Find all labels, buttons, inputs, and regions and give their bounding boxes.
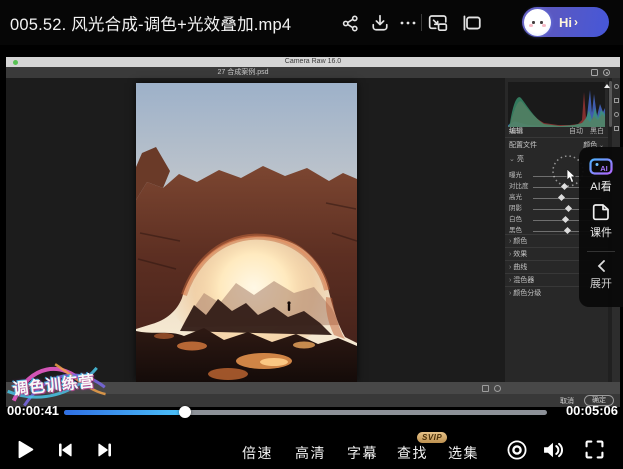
ai-icon-text: AI (600, 164, 608, 173)
expand-label: 展开 (590, 275, 612, 291)
courseware-button[interactable]: 课件 (590, 203, 612, 240)
progress-row: 00:00:41 00:05:06 (0, 400, 623, 426)
svip-badge: SVIP (417, 432, 447, 443)
photo-preview (136, 83, 357, 382)
acr-doc-title: 27 合成案例.psd (6, 67, 480, 78)
acr-status-icon (494, 385, 501, 392)
skip-back-icon (57, 442, 73, 458)
play-button[interactable] (16, 439, 35, 465)
acr-section-label: 曲线 (513, 264, 527, 271)
more-button[interactable] (398, 13, 418, 33)
acr-profile-label: 配置文件 (509, 140, 537, 152)
acr-light-label: 亮 (517, 156, 524, 163)
acr-status-icon (482, 385, 489, 392)
search-button[interactable]: 查找 (397, 443, 428, 463)
acr-toolbar: 27 合成案例.psd (6, 67, 620, 78)
acr-slider-label: 阴影 (509, 203, 522, 214)
courseware-label: 课件 (590, 224, 612, 240)
record-icon (506, 439, 528, 461)
acr-slider-thumb (562, 216, 569, 223)
acr-tool-icon (614, 112, 619, 117)
acr-edit-row: 编辑 自动 黑白 (505, 126, 608, 138)
sidebar-divider (587, 251, 615, 252)
next-button[interactable] (97, 442, 113, 463)
acr-bw-label: 黑白 (590, 128, 604, 135)
fullscreen-icon (585, 440, 604, 459)
progress-fill (64, 410, 185, 415)
ai-camera-icon: AI (589, 157, 613, 175)
acr-slider-thumb (563, 227, 570, 234)
control-bar: 倍速 高清 字幕 查找 SVIP 选集 (0, 428, 623, 469)
acr-slider-thumb (565, 205, 572, 212)
acr-tool-icon (614, 126, 619, 131)
acr-edit-label: 编辑 (509, 126, 523, 137)
acr-section-label: 颜色 (513, 238, 527, 245)
topbar-divider (421, 14, 422, 31)
overlay-sidebar: AI AI看 课件 展开 (579, 147, 623, 307)
progress-thumb[interactable] (179, 406, 191, 418)
share-button[interactable] (340, 13, 360, 33)
total-time: 00:05:06 (566, 403, 618, 418)
chevron-down-icon: 亮 (509, 154, 524, 166)
book-icon (592, 203, 611, 221)
volume-icon (542, 440, 565, 460)
player-stage: 005.52. 风光合成-调色+光效叠加.mp4 (0, 0, 623, 469)
page-title: 005.52. 风光合成-调色+光效叠加.mp4 (10, 11, 291, 35)
chevron-left-icon (597, 260, 606, 272)
acr-section-label: 颜色分级 (513, 290, 541, 297)
more-icon (399, 14, 417, 32)
download-button[interactable] (370, 13, 390, 33)
progress-track[interactable] (64, 410, 547, 415)
acr-titlebar: Camera Raw 16.0 (6, 57, 620, 67)
record-button[interactable] (506, 439, 528, 466)
prev-button[interactable] (57, 442, 73, 463)
ai-view-button[interactable]: AI AI看 (589, 157, 613, 194)
download-icon (371, 14, 389, 32)
acr-tool-icon (614, 98, 619, 103)
acr-status-bar: 66.7% (6, 382, 620, 394)
chevron-right-icon: › (574, 15, 578, 29)
subtitle-button[interactable]: 字幕 (347, 443, 378, 463)
fullscreen-button[interactable] (585, 440, 604, 464)
ai-view-label: AI看 (590, 178, 611, 194)
mouse-cursor (566, 169, 577, 184)
desert-arch-photo (136, 83, 357, 382)
acr-tool-icon (614, 84, 619, 89)
acr-zoom-level: 66.7% (14, 382, 34, 394)
pip-button[interactable] (428, 13, 448, 33)
share-icon (342, 15, 359, 32)
acr-slider-label: 曝光 (509, 170, 522, 181)
acr-slider-label: 对比度 (509, 181, 529, 192)
acr-before-after-icon (591, 69, 598, 76)
avatar-mascot (524, 9, 551, 36)
acr-section-label: 混色器 (513, 277, 534, 284)
current-time: 00:00:41 (7, 403, 59, 418)
histogram (508, 82, 605, 127)
speed-button[interactable]: 倍速 (242, 443, 273, 463)
topbar: 005.52. 风光合成-调色+光效叠加.mp4 (0, 0, 623, 45)
skip-forward-icon (97, 442, 113, 458)
acr-slider-label: 高光 (509, 192, 522, 203)
avatar-pill[interactable]: Hi › (522, 7, 609, 37)
acr-window-title: Camera Raw 16.0 (6, 57, 620, 67)
quality-button[interactable]: 高清 (295, 443, 326, 463)
clipping-indicator-icon (604, 84, 610, 88)
acr-settings-icon (603, 69, 610, 76)
acr-slider-label: 白色 (509, 214, 522, 225)
play-icon (16, 439, 35, 460)
expand-button[interactable]: 展开 (590, 260, 612, 291)
avatar-greeting: Hi (559, 15, 572, 30)
episodes-button[interactable]: 选集 (448, 443, 479, 463)
window-control-green (13, 60, 18, 65)
acr-auto-label: 自动 (569, 128, 583, 135)
pip-icon (428, 14, 448, 32)
acr-window: Camera Raw 16.0 27 合成案例.psd (6, 57, 620, 407)
volume-button[interactable] (542, 440, 565, 465)
web-fullscreen-button[interactable] (462, 13, 482, 33)
acr-section-label: 效果 (513, 251, 527, 258)
acr-slider-thumb (558, 194, 565, 201)
web-fullscreen-icon (462, 14, 482, 32)
video-area[interactable]: Camera Raw 16.0 27 合成案例.psd (0, 45, 623, 407)
